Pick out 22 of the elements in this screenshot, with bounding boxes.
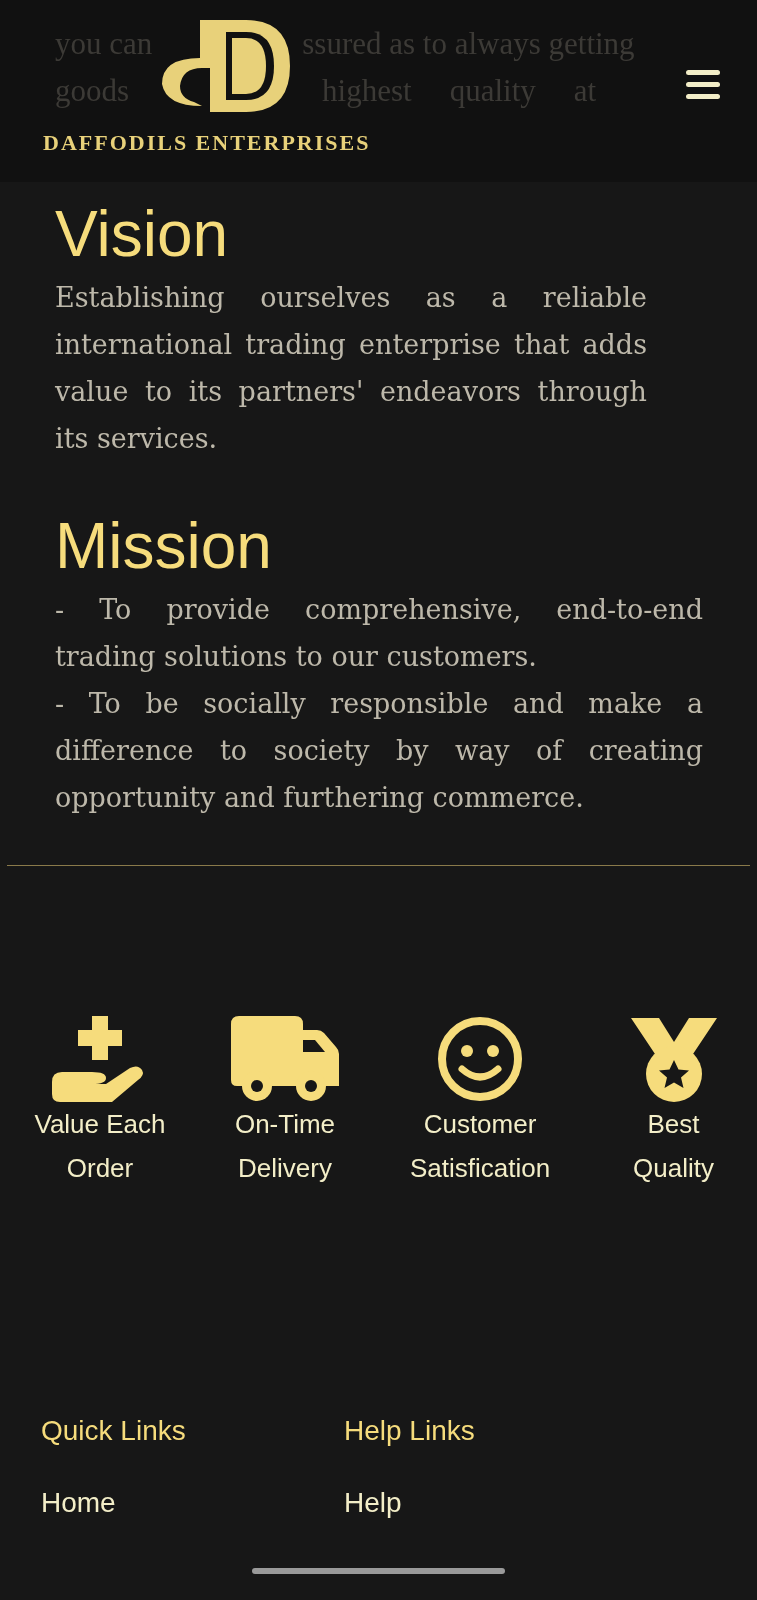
footer-link[interactable]: Help	[344, 1486, 647, 1520]
feature-label: Quality	[633, 1152, 714, 1185]
feature-label: Delivery	[238, 1152, 332, 1185]
footer-heading: Help Links	[344, 1414, 476, 1448]
feature-label: Customer	[423, 1108, 537, 1141]
feature-label: Order	[66, 1152, 134, 1185]
section-paragraph: - To provide comprehensive, end-to-end trading solutions to our customers.	[55, 593, 703, 674]
section-heading: Vision	[55, 197, 230, 272]
brand-name: DAFFODILS ENTERPRISES	[43, 129, 371, 157]
menu-icon[interactable]	[686, 70, 720, 100]
feature-label: Satisfication	[409, 1152, 551, 1185]
medal-icon	[630, 1016, 717, 1102]
section-paragraph: - To be socially responsible and make a difference to society by way of creating opportunity and furthering commerce.	[55, 687, 703, 815]
truck-icon	[231, 1016, 339, 1102]
feature-label: Best	[647, 1108, 700, 1141]
smiley-face-icon	[437, 1016, 523, 1102]
section-paragraph: Establishing ourselves as a reliable international trading enterprise that adds value to its partners' endeavors through its services.	[55, 281, 647, 456]
footer-heading: Quick Links	[41, 1414, 187, 1448]
feature-label: On-Time	[234, 1108, 336, 1141]
section-heading: Mission	[55, 509, 273, 584]
feature-label: Value Each	[34, 1108, 166, 1141]
footer-link[interactable]: Home	[41, 1486, 344, 1520]
